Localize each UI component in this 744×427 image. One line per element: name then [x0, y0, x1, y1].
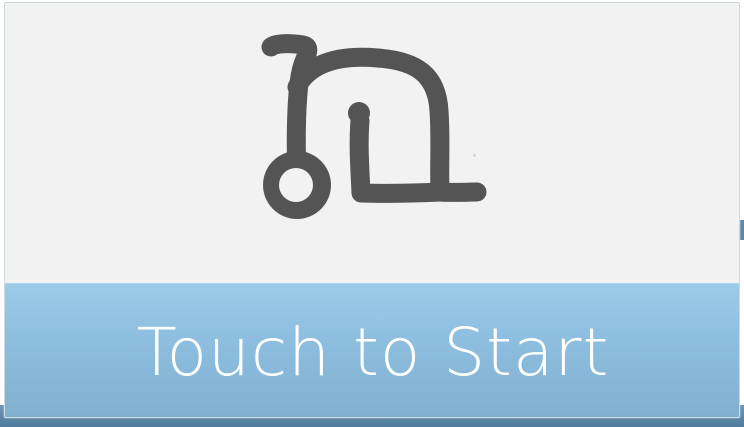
touch-to-start-label: Touch to Start [136, 313, 610, 391]
touch-to-start-button[interactable]: Touch to Start [5, 283, 739, 417]
logo-area [5, 3, 739, 283]
robot-logo-icon [241, 27, 501, 247]
start-dialog: Touch to Start [4, 2, 740, 418]
small-dot-icon [473, 154, 476, 157]
